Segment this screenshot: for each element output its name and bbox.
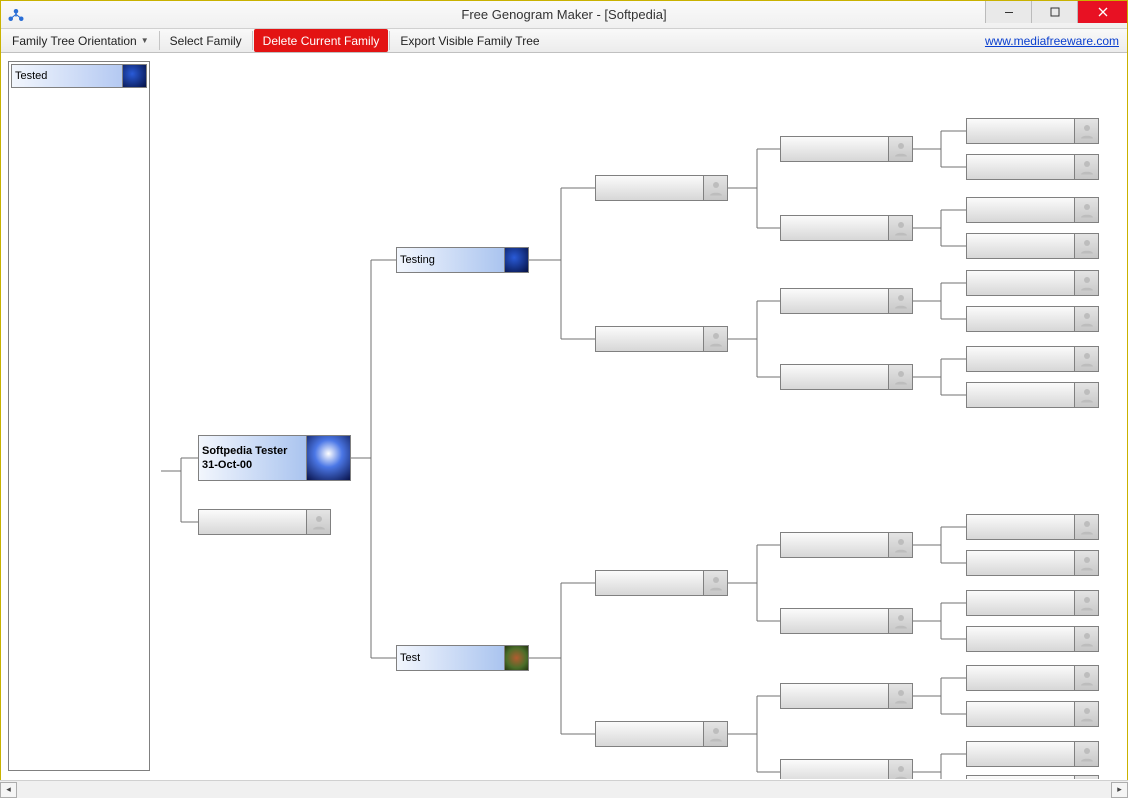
- person-greatgrandparent[interactable]: [780, 608, 913, 634]
- toolbar: Family Tree Orientation ▼ Select Family …: [1, 29, 1127, 53]
- person-greatgrandparent[interactable]: [780, 136, 913, 162]
- person-grandparent[interactable]: [595, 570, 728, 596]
- titlebar: Free Genogram Maker - [Softpedia]: [1, 1, 1127, 29]
- delete-current-family-button[interactable]: Delete Current Family: [254, 29, 389, 52]
- avatar-icon: [888, 684, 912, 708]
- family-list-item-label: Tested: [12, 65, 122, 87]
- avatar-icon: [888, 137, 912, 161]
- person-ancestor[interactable]: [966, 346, 1099, 372]
- connector-lines: [1, 53, 1127, 779]
- website-link[interactable]: www.mediafreeware.com: [979, 29, 1125, 52]
- person-ancestor[interactable]: [966, 197, 1099, 223]
- avatar-icon: [888, 365, 912, 389]
- avatar-icon: [1074, 742, 1098, 766]
- person-image: [504, 248, 528, 272]
- person-ancestor[interactable]: [966, 270, 1099, 296]
- avatar-icon: [306, 510, 330, 534]
- person-root-spouse[interactable]: [198, 509, 331, 535]
- separator: [252, 31, 253, 50]
- avatar-icon: [1074, 234, 1098, 258]
- person-grandparent[interactable]: [595, 721, 728, 747]
- close-button[interactable]: [1077, 1, 1127, 23]
- avatar-icon: [1074, 119, 1098, 143]
- orientation-label: Family Tree Orientation: [12, 34, 137, 48]
- person-ancestor[interactable]: [966, 701, 1099, 727]
- avatar-icon: [1074, 271, 1098, 295]
- person-ancestor[interactable]: [966, 154, 1099, 180]
- person-ancestor[interactable]: [966, 118, 1099, 144]
- person-root[interactable]: Softpedia Tester 31-Oct-00: [198, 435, 351, 481]
- person-ancestor[interactable]: [966, 626, 1099, 652]
- avatar-icon: [888, 760, 912, 779]
- person-greatgrandparent[interactable]: [780, 759, 913, 779]
- person-ancestor[interactable]: [966, 775, 1099, 779]
- window-title: Free Genogram Maker - [Softpedia]: [1, 7, 1127, 22]
- horizontal-scrollbar[interactable]: ◂ ▸: [0, 780, 1128, 798]
- person-root-text: Softpedia Tester 31-Oct-00: [199, 436, 306, 480]
- person-father[interactable]: Testing: [396, 247, 529, 273]
- family-list-panel: Tested: [8, 61, 150, 771]
- family-list-item[interactable]: Tested: [11, 64, 147, 88]
- avatar-icon: [1074, 551, 1098, 575]
- person-image: [504, 646, 528, 670]
- minimize-button[interactable]: [985, 1, 1031, 23]
- person-greatgrandparent[interactable]: [780, 532, 913, 558]
- person-ancestor[interactable]: [966, 590, 1099, 616]
- avatar-icon: [888, 609, 912, 633]
- avatar-icon: [1074, 155, 1098, 179]
- canvas[interactable]: Tested: [1, 53, 1127, 779]
- person-greatgrandparent[interactable]: [780, 288, 913, 314]
- avatar-icon: [1074, 627, 1098, 651]
- avatar-icon: [1074, 198, 1098, 222]
- family-tree-orientation-dropdown[interactable]: Family Tree Orientation ▼: [3, 29, 158, 52]
- scroll-left-button[interactable]: ◂: [0, 782, 17, 798]
- avatar-icon: [888, 216, 912, 240]
- person-label: Test: [397, 646, 504, 670]
- avatar-icon: [888, 289, 912, 313]
- avatar-icon: [1074, 591, 1098, 615]
- person-ancestor[interactable]: [966, 306, 1099, 332]
- person-ancestor[interactable]: [966, 550, 1099, 576]
- avatar-icon: [1074, 307, 1098, 331]
- scroll-right-button[interactable]: ▸: [1111, 782, 1128, 798]
- select-family-button[interactable]: Select Family: [161, 29, 251, 52]
- person-label: [199, 510, 306, 534]
- person-ancestor[interactable]: [966, 665, 1099, 691]
- avatar-icon: [1074, 702, 1098, 726]
- person-label: Testing: [397, 248, 504, 272]
- person-grandparent[interactable]: [595, 326, 728, 352]
- chevron-down-icon: ▼: [141, 36, 149, 45]
- person-ancestor[interactable]: [966, 514, 1099, 540]
- person-greatgrandparent[interactable]: [780, 364, 913, 390]
- person-root-image: [306, 436, 350, 480]
- avatar-icon: [703, 176, 727, 200]
- avatar-icon: [1074, 347, 1098, 371]
- export-visible-family-tree-button[interactable]: Export Visible Family Tree: [391, 29, 548, 52]
- person-mother[interactable]: Test: [396, 645, 529, 671]
- avatar-icon: [703, 722, 727, 746]
- family-list-item-image: [122, 65, 146, 87]
- person-ancestor[interactable]: [966, 741, 1099, 767]
- window-controls: [985, 1, 1127, 23]
- person-grandparent[interactable]: [595, 175, 728, 201]
- separator: [389, 31, 390, 50]
- avatar-icon: [703, 327, 727, 351]
- person-ancestor[interactable]: [966, 233, 1099, 259]
- avatar-icon: [1074, 776, 1098, 779]
- avatar-icon: [1074, 383, 1098, 407]
- person-ancestor[interactable]: [966, 382, 1099, 408]
- maximize-button[interactable]: [1031, 1, 1077, 23]
- avatar-icon: [703, 571, 727, 595]
- avatar-icon: [1074, 515, 1098, 539]
- separator: [159, 31, 160, 50]
- person-greatgrandparent[interactable]: [780, 683, 913, 709]
- app-icon: [7, 6, 25, 24]
- avatar-icon: [888, 533, 912, 557]
- person-greatgrandparent[interactable]: [780, 215, 913, 241]
- avatar-icon: [1074, 666, 1098, 690]
